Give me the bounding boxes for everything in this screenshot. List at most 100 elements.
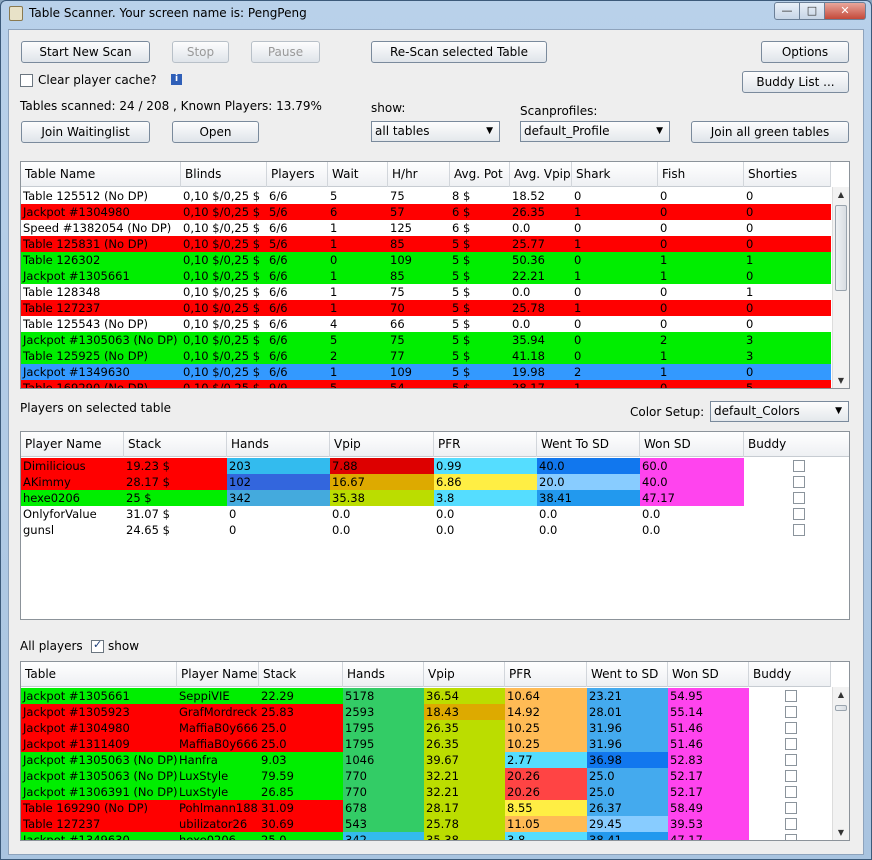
all-player-row[interactable]: Jackpot #1304980 MaffiaB0y666 25.0 1795 26.3… — [21, 720, 831, 736]
column-header[interactable]: Went To SD — [537, 432, 640, 457]
all-player-row[interactable]: Jackpot #1305661 SeppiVIE 22.29 5178 36.54 10… — [21, 688, 831, 704]
column-header[interactable]: Table Name — [21, 162, 181, 187]
column-header[interactable]: Hands — [343, 662, 424, 687]
scroll-thumb[interactable] — [835, 205, 847, 291]
scanprofile-select[interactable]: default_Profile ▼ — [520, 121, 670, 142]
maximize-button[interactable]: □ — [799, 2, 825, 20]
column-header[interactable]: Buddy — [744, 432, 849, 457]
buddy-list-button[interactable]: Buddy List ... — [742, 71, 849, 93]
column-header[interactable]: Went to SD — [587, 662, 668, 687]
all-player-row[interactable]: Jackpot #1306391 (No DP) LuxStyle 26.85 770… — [21, 784, 831, 800]
column-header[interactable]: Vpip — [424, 662, 505, 687]
players-table[interactable]: Player Name Stack Hands Vpip PFR Went To SD Wo… — [20, 431, 850, 620]
buddy-checkbox[interactable] — [785, 690, 797, 702]
title-bar[interactable]: Table Scanner. Your screen name is: Peng… — [1, 1, 871, 27]
show-filter-select[interactable]: all tables ▼ — [371, 121, 500, 142]
table-row[interactable]: Table 125512 (No DP) 0,10 $/0,25 $ 6/6 5 75 8… — [21, 188, 831, 204]
player-row[interactable]: OnlyforValue 31.07 $0 0.0 0.0 0.0 0.0 — [21, 506, 849, 522]
column-header[interactable]: Avg. Vpip — [510, 162, 572, 187]
column-header[interactable]: PFR — [434, 432, 537, 457]
show-all-players-checkbox[interactable] — [91, 638, 104, 653]
all-player-row[interactable]: Table 169290 (No DP) Pohlmann1885 31.09 678… — [21, 800, 831, 816]
column-header[interactable]: Blinds — [181, 162, 267, 187]
all-player-row[interactable]: Jackpot #1305923 GrafMordreck 25.83 2593 18.… — [21, 704, 831, 720]
buddy-checkbox[interactable] — [785, 770, 797, 782]
column-header[interactable]: Avg. Pot — [450, 162, 510, 187]
table-row[interactable]: Speed #1382054 (No DP) 0,10 $/0,25 $ 6/6 1 1… — [21, 220, 831, 236]
buddy-checkbox[interactable] — [793, 476, 805, 488]
player-row[interactable]: hexe0206 25 $342 35.38 3.8 38.41 47.17 — [21, 490, 849, 506]
open-button[interactable]: Open — [172, 121, 259, 143]
clear-cache-checkbox[interactable] — [20, 74, 33, 87]
column-header[interactable]: Stack — [124, 432, 227, 457]
column-header[interactable]: Stack — [259, 662, 343, 687]
tables-table[interactable]: Table Name Blinds Players Wait H/hr Avg. Pot A… — [20, 161, 850, 389]
table-row[interactable]: Jackpot #1305661 0,10 $/0,25 $ 6/6 1 85 5 $ 22… — [21, 268, 831, 284]
column-header[interactable]: Won SD — [668, 662, 749, 687]
column-header[interactable]: Won SD — [640, 432, 744, 457]
buddy-checkbox[interactable] — [785, 706, 797, 718]
column-header[interactable]: Players — [267, 162, 328, 187]
join-waitinglist-button[interactable]: Join Waitinglist — [21, 121, 150, 143]
scroll-down-icon[interactable]: ▼ — [833, 373, 849, 388]
all-player-row[interactable]: Jackpot #1305063 (No DP) Hanfra 9.03 1046 39… — [21, 752, 831, 768]
info-icon[interactable]: i — [171, 74, 182, 85]
player-row[interactable]: Dimilicious 19.23 $203 7.88 0.99 40.0 60.0 — [21, 458, 849, 474]
scroll-thumb[interactable] — [835, 705, 847, 711]
table-row[interactable]: Jackpot #1304980 0,10 $/0,25 $ 5/6 6 57 6 $ 26… — [21, 204, 831, 220]
pause-button[interactable]: Pause — [251, 41, 320, 63]
table-row[interactable]: Table 125543 (No DP) 0,10 $/0,25 $ 6/6 4 66 5… — [21, 316, 831, 332]
buddy-checkbox[interactable] — [793, 508, 805, 520]
column-header[interactable]: Vpip — [330, 432, 434, 457]
table-row[interactable]: Table 126302 0,10 $/0,25 $ 6/6 0 109 5 $ 50.36… — [21, 252, 831, 268]
buddy-checkbox[interactable] — [793, 524, 805, 536]
tables-scrollbar[interactable]: ▲ ▼ — [832, 187, 849, 388]
column-header[interactable]: Table — [21, 662, 177, 687]
table-row[interactable]: Table 169290 (No DP) 0,10 $/0,25 $ 9/9 5 54 5… — [21, 380, 831, 388]
table-row[interactable]: Table 125831 (No DP) 0,10 $/0,25 $ 5/6 1 85 5… — [21, 236, 831, 252]
column-header[interactable]: Shorties — [744, 162, 831, 187]
table-row[interactable]: Table 125925 (No DP) 0,10 $/0,25 $ 6/6 2 77 5… — [21, 348, 831, 364]
column-header[interactable]: PFR — [505, 662, 587, 687]
buddy-checkbox[interactable] — [785, 834, 797, 840]
table-row[interactable]: Jackpot #1349630 0,10 $/0,25 $ 6/6 1 109 5 $ 1… — [21, 364, 831, 380]
buddy-checkbox[interactable] — [785, 754, 797, 766]
all-players-table[interactable]: Table Player Name Stack Hands Vpip PFR Went to… — [20, 661, 850, 841]
buddy-checkbox[interactable] — [785, 786, 797, 798]
column-header[interactable]: Player Name — [21, 432, 124, 457]
scroll-up-icon[interactable]: ▲ — [833, 687, 849, 703]
minimize-button[interactable]: — — [774, 2, 800, 20]
table-row[interactable]: Table 128348 0,10 $/0,25 $ 6/6 1 75 5 $ 0.0 0 0 1 — [21, 284, 831, 300]
color-setup-select[interactable]: default_Colors ▼ — [710, 401, 849, 422]
options-button[interactable]: Options — [761, 41, 849, 63]
scroll-down-icon[interactable]: ▼ — [833, 825, 849, 840]
all-player-row[interactable]: Table 127237 ubilizator26 30.69 543 25.78 11.… — [21, 816, 831, 832]
column-header[interactable]: Hands — [227, 432, 330, 457]
buddy-checkbox[interactable] — [793, 492, 805, 504]
table-row[interactable]: Table 127237 0,10 $/0,25 $ 6/6 1 70 5 $ 25.78 1… — [21, 300, 831, 316]
column-header[interactable]: Buddy — [749, 662, 831, 687]
buddy-checkbox[interactable] — [793, 460, 805, 472]
join-all-green-tables-button[interactable]: Join all green tables — [691, 121, 849, 143]
all-player-row[interactable]: Jackpot #1305063 (No DP) LuxStyle 79.59 770… — [21, 768, 831, 784]
all-player-row[interactable]: Jackpot #1311409 MaffiaB0y666 25.0 1795 26.3… — [21, 736, 831, 752]
table-row[interactable]: Jackpot #1305063 (No DP) 0,10 $/0,25 $ 6/6… — [21, 332, 831, 348]
buddy-checkbox[interactable] — [785, 818, 797, 830]
start-new-scan-button[interactable]: Start New Scan — [21, 41, 150, 63]
buddy-checkbox[interactable] — [785, 802, 797, 814]
buddy-checkbox[interactable] — [785, 722, 797, 734]
stop-button[interactable]: Stop — [172, 41, 229, 63]
rescan-selected-table-button[interactable]: Re-Scan selected Table — [371, 41, 547, 63]
column-header[interactable]: H/hr — [388, 162, 450, 187]
player-row[interactable]: gunsl 24.65 $0 0.0 0.0 0.0 0.0 — [21, 522, 849, 538]
column-header[interactable]: Shark — [572, 162, 658, 187]
scroll-up-icon[interactable]: ▲ — [833, 187, 849, 203]
close-button[interactable]: ✕ — [824, 2, 866, 20]
all-player-row[interactable]: Jackpot #1349630 hexe0206 25.0 342 35.38 3.8 3… — [21, 832, 831, 840]
column-header[interactable]: Wait — [328, 162, 388, 187]
player-row[interactable]: AKimmy 28.17 $102 16.67 6.86 20.0 40.0 — [21, 474, 849, 490]
buddy-checkbox[interactable] — [785, 738, 797, 750]
column-header[interactable]: Player Name — [177, 662, 259, 687]
column-header[interactable]: Fish — [658, 162, 744, 187]
all-players-scrollbar[interactable]: ▲ ▼ — [832, 687, 849, 840]
